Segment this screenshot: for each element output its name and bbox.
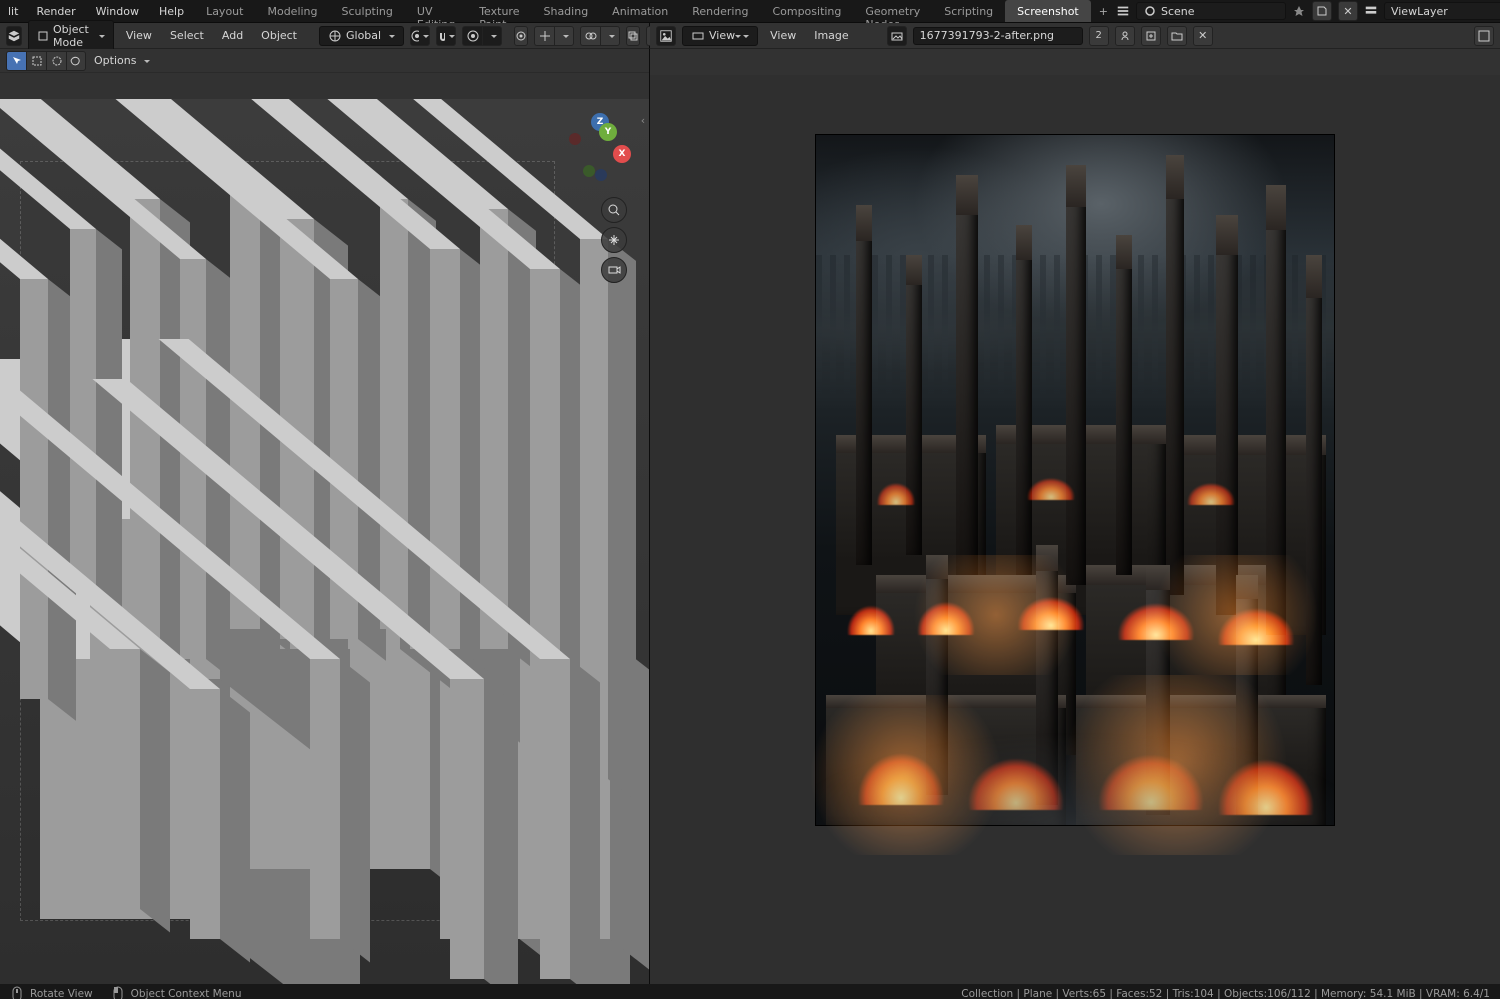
snap-dropdown[interactable]	[436, 26, 456, 46]
pane-3d-viewport: Options	[0, 49, 650, 984]
select-lasso-icon[interactable]	[66, 51, 86, 71]
transform-orientation-dropdown[interactable]: Global	[319, 26, 404, 46]
gizmo-axis-neg-x[interactable]	[569, 133, 581, 145]
scene-name-label: Scene	[1161, 5, 1195, 18]
new-image-button[interactable]	[1141, 26, 1161, 46]
gizmo-axis-y[interactable]: Y	[599, 123, 617, 141]
navigation-gizmo[interactable]: Z Y X	[569, 117, 631, 179]
gizmo-overlay-group	[534, 26, 574, 46]
status-hint-rotate: Rotate View	[10, 987, 93, 999]
workspace-add-button[interactable]: +	[1091, 0, 1116, 22]
workspace-tab-scripting[interactable]: Scripting	[932, 0, 1005, 22]
menu-render[interactable]: Render	[26, 0, 85, 22]
gizmo-axis-neg-y[interactable]	[583, 165, 595, 177]
proportional-editing-toggle[interactable]	[462, 26, 482, 46]
workspace-tab-rendering[interactable]: Rendering	[680, 0, 760, 22]
select-mode-group	[6, 51, 86, 71]
workspace-tab-texture-paint[interactable]: Texture Paint	[467, 0, 531, 22]
gizmo-axis-x[interactable]: X	[613, 145, 631, 163]
view-menu[interactable]: View	[120, 27, 158, 44]
options-label: Options	[94, 54, 136, 67]
image-viewport[interactable]	[650, 75, 1500, 984]
pane-image-editor	[650, 49, 1500, 984]
proportional-falloff-dropdown[interactable]	[482, 26, 502, 46]
scene-browse-icon[interactable]	[1116, 4, 1130, 18]
image-content	[816, 135, 1334, 825]
interaction-mode-label: Object Mode	[53, 23, 91, 49]
menu-window[interactable]: Window	[86, 0, 149, 22]
select-box-icon[interactable]	[26, 51, 46, 71]
gizmo-options-dropdown[interactable]	[554, 26, 574, 46]
viewlayer-browse-icon[interactable]	[1364, 4, 1378, 18]
pin-scene-icon[interactable]	[1292, 4, 1306, 18]
editor-type-3dview-icon[interactable]	[6, 26, 22, 46]
show-overlays-toggle[interactable]	[580, 26, 600, 46]
new-scene-button[interactable]	[1312, 1, 1332, 21]
workspace-tab-screenshot[interactable]: Screenshot	[1005, 0, 1091, 22]
pan-nav-icon[interactable]	[601, 227, 627, 253]
open-image-button[interactable]	[1167, 26, 1187, 46]
status-hint-context-label: Object Context Menu	[131, 988, 242, 999]
scene-geometry	[0, 189, 649, 984]
interaction-mode-dropdown[interactable]: Object Mode	[28, 20, 114, 52]
object-menu[interactable]: Object	[255, 27, 303, 44]
workspace-tab-modeling[interactable]: Modeling	[255, 0, 329, 22]
workspace-tab-sculpting[interactable]: Sculpting	[330, 0, 405, 22]
viewlayer-name-label: ViewLayer	[1391, 5, 1448, 18]
menu-file[interactable]: lit	[0, 0, 26, 22]
globe-icon	[328, 29, 342, 43]
proportional-editing-group	[462, 26, 502, 46]
fake-user-toggle[interactable]	[1115, 26, 1135, 46]
image-display-channels[interactable]	[1474, 26, 1494, 46]
pivot-point-dropdown[interactable]	[410, 26, 430, 46]
object-mode-icon	[37, 29, 49, 43]
mouse-left-icon	[111, 987, 125, 999]
image-browse-icon[interactable]	[887, 26, 907, 46]
select-menu[interactable]: Select	[164, 27, 210, 44]
status-hint-context: Object Context Menu	[111, 987, 242, 999]
viewport-3d[interactable]: Z Y X ‹	[0, 99, 649, 984]
status-hint-rotate-label: Rotate View	[30, 988, 93, 999]
select-tweak-icon[interactable]	[6, 51, 26, 71]
status-bar: Rotate View Object Context Menu Collecti…	[0, 984, 1500, 999]
view-icon	[691, 29, 705, 43]
scene-icon	[1143, 4, 1157, 18]
image-view-menu[interactable]: View	[764, 27, 802, 44]
status-scene-info: Collection | Plane | Verts:65 | Faces:52…	[961, 988, 1490, 999]
image-image-menu[interactable]: Image	[808, 27, 854, 44]
image-name-label: 1677391793-2-after.png	[920, 29, 1054, 42]
top-bar: lit Render Window Help Layout Modeling S…	[0, 0, 1500, 23]
image-mode-dropdown[interactable]: View	[682, 26, 758, 46]
zoom-nav-icon[interactable]	[601, 197, 627, 223]
select-circle-icon[interactable]	[46, 51, 66, 71]
options-dropdown[interactable]: Options	[94, 54, 150, 67]
overlay-options-dropdown[interactable]	[600, 26, 620, 46]
viewlayer-name-field[interactable]: ViewLayer	[1384, 2, 1500, 20]
workspace-tab-shading[interactable]: Shading	[531, 0, 600, 22]
editor-type-image-icon[interactable]	[656, 26, 676, 46]
image-mode-label: View	[709, 29, 735, 42]
workspace-tab-animation[interactable]: Animation	[600, 0, 680, 22]
mouse-middle-icon	[10, 987, 24, 999]
n-panel-toggle[interactable]: ‹	[639, 105, 647, 135]
unlink-image-button[interactable]: ✕	[1193, 26, 1213, 46]
scene-name-field[interactable]: Scene	[1136, 2, 1286, 20]
add-menu[interactable]: Add	[216, 27, 249, 44]
delete-scene-button[interactable]: ✕	[1338, 1, 1358, 21]
workspace-tab-layout[interactable]: Layout	[194, 0, 255, 22]
transform-orientation-label: Global	[346, 29, 381, 42]
workspace-tab-geometry-nodes[interactable]: Geometry Nodes	[853, 0, 932, 22]
show-gizmo-toggle[interactable]	[534, 26, 554, 46]
workspace-tab-compositing[interactable]: Compositing	[760, 0, 853, 22]
camera-nav-icon[interactable]	[601, 257, 627, 283]
gizmo-axis-neg-z[interactable]	[595, 169, 607, 181]
image-name-field[interactable]: 1677391793-2-after.png	[913, 27, 1083, 45]
overlay-group	[580, 26, 620, 46]
xray-toggle[interactable]	[626, 26, 640, 46]
image-linked-count[interactable]: 2	[1089, 26, 1109, 46]
visibility-button[interactable]	[514, 26, 528, 46]
menu-help[interactable]: Help	[149, 0, 194, 22]
workspace-tab-uv-editing[interactable]: UV Editing	[405, 0, 467, 22]
